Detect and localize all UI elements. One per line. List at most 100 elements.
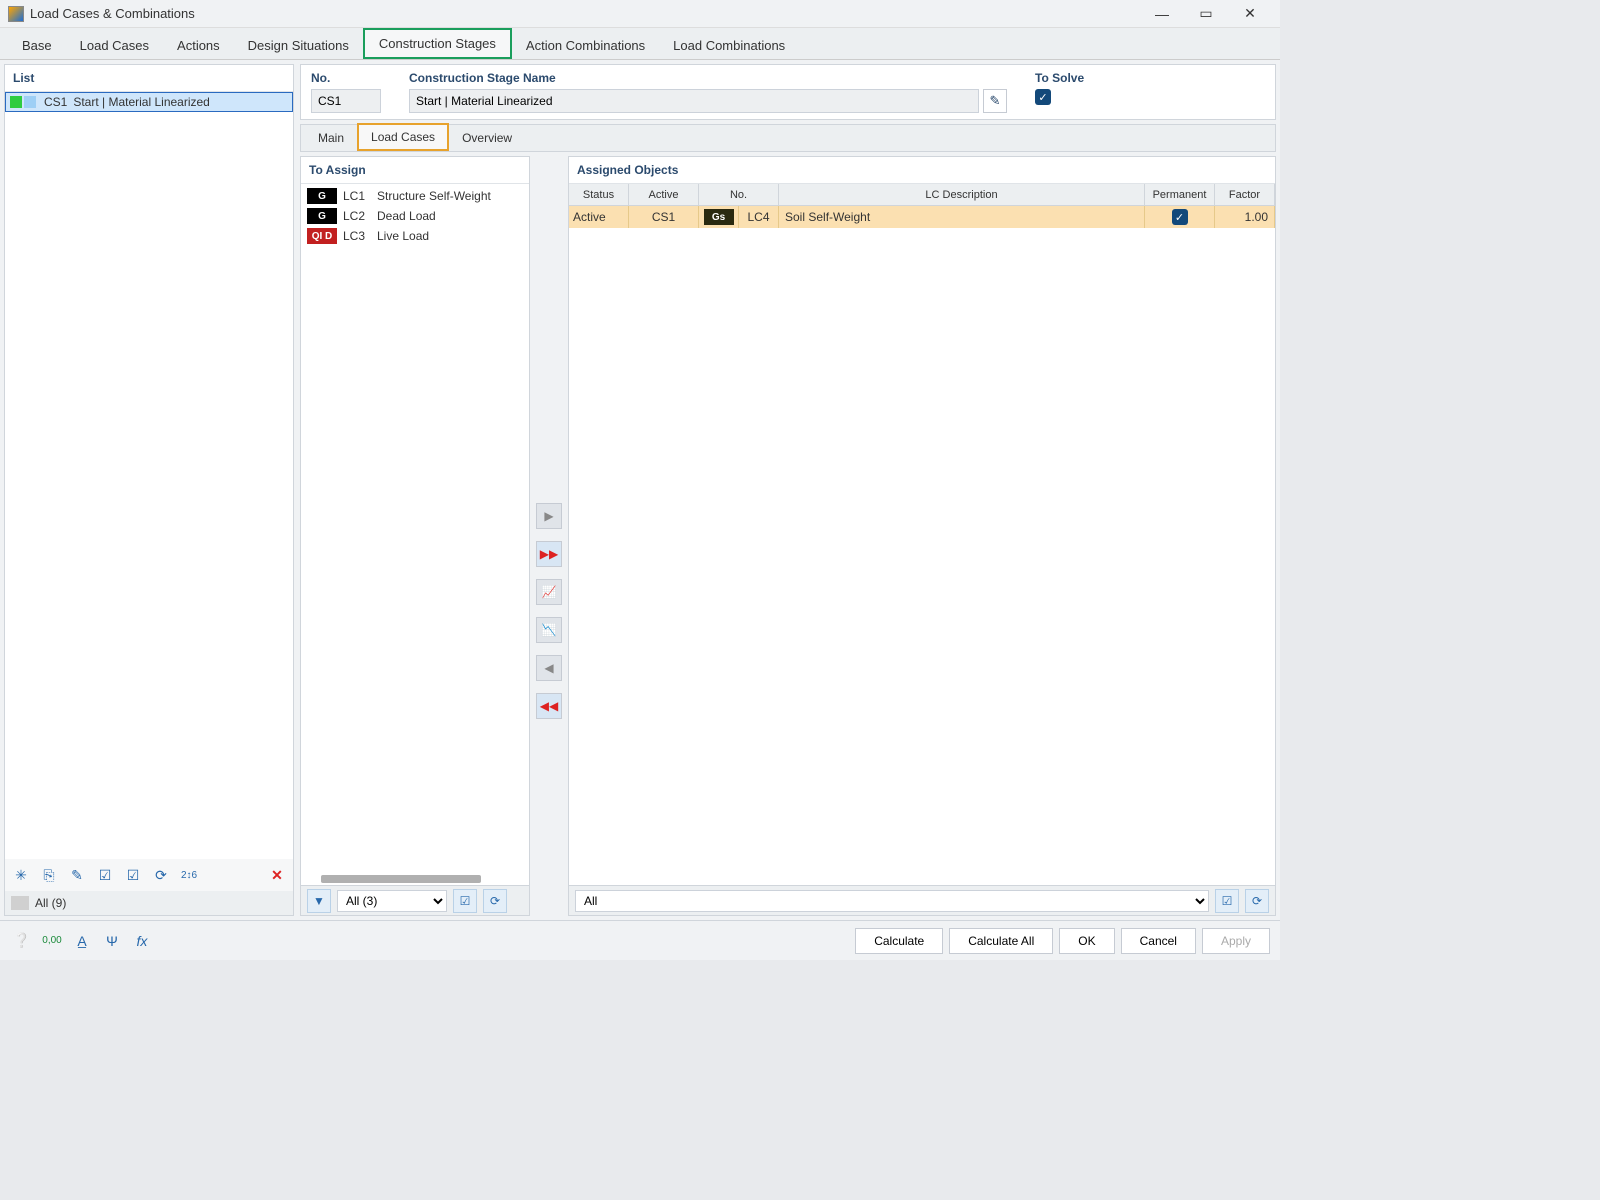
category-badge: G [307,188,337,204]
renum-icon[interactable]: 2↕6 [177,863,201,887]
assign-filter-bar: ▼ All (3) ☑ ⟳ [301,885,529,915]
header-fields: No. Construction Stage Name ✎ To Solve ✓ [300,64,1276,120]
tab-load-cases[interactable]: Load Cases [66,32,163,59]
subtab-main[interactable]: Main [305,125,357,151]
sync-icon[interactable]: ⟳ [1245,889,1269,913]
name-label: Construction Stage Name [409,71,1007,85]
copy-icon[interactable]: ⎘ [37,863,61,887]
filter-icon[interactable]: ▼ [307,889,331,913]
move-left-icon[interactable]: ◀ [536,655,562,681]
table-row[interactable]: Active CS1 Gs LC4 Soil Self-Weight ✓ 1.0… [569,206,1275,228]
assign-row[interactable]: QI D LC3 Live Load [303,226,527,246]
assigned-header: Assigned Objects [569,157,1275,184]
ok-button[interactable]: OK [1059,928,1114,954]
titlebar: Load Cases & Combinations — ▭ ✕ [0,0,1280,28]
window-title: Load Cases & Combinations [30,6,1140,21]
to-assign-panel: To Assign G LC1 Structure Self-Weight G … [300,156,530,916]
tab-base[interactable]: Base [8,32,66,59]
solve-label: To Solve [1035,71,1265,85]
no-label: No. [311,71,381,85]
tab-design-situations[interactable]: Design Situations [234,32,363,59]
maximize-button[interactable]: ▭ [1184,0,1228,28]
checkall-icon[interactable]: ☑ [453,889,477,913]
app-icon [8,6,24,22]
fx-icon[interactable]: fx [130,929,154,953]
move-all-right-icon[interactable]: ▶▶ [536,541,562,567]
assigned-table-head: Status Active No. LC Description Permane… [569,184,1275,206]
assign-row[interactable]: G LC2 Dead Load [303,206,527,226]
th-desc[interactable]: LC Description [779,184,1145,205]
lc-desc: Dead Load [377,209,436,223]
th-factor[interactable]: Factor [1215,184,1275,205]
list-row[interactable]: CS1 Start | Material Linearized [5,92,293,112]
subtabstrip: Main Load Cases Overview [300,124,1276,152]
help-icon[interactable]: ❔ [10,929,34,953]
solve-checkbox[interactable]: ✓ [1035,89,1051,105]
main-tabstrip: Base Load Cases Actions Design Situation… [0,28,1280,60]
list-toolbar: ✳ ⎘ ✎ ☑ ☑ ⟳ 2↕6 ✕ [5,859,293,891]
sync-icon[interactable]: ⟳ [149,863,173,887]
td-factor: 1.00 [1215,206,1275,228]
assign-row[interactable]: G LC1 Structure Self-Weight [303,186,527,206]
subtab-load-cases[interactable]: Load Cases [357,123,449,151]
sync-icon[interactable]: ⟳ [483,889,507,913]
checkall-icon[interactable]: ☑ [1215,889,1239,913]
th-no[interactable]: No. [699,184,779,205]
th-status[interactable]: Status [569,184,629,205]
cancel-button[interactable]: Cancel [1121,928,1196,954]
minimize-button[interactable]: — [1140,0,1184,28]
th-perm[interactable]: Permanent [1145,184,1215,205]
lc-code: LC3 [343,229,371,243]
category-badge: G [307,208,337,224]
subtab-overview[interactable]: Overview [449,125,525,151]
tab-actions[interactable]: Actions [163,32,234,59]
edit-name-icon[interactable]: ✎ [983,89,1007,113]
swatch-icon [10,96,22,108]
edit-icon[interactable]: ✎ [65,863,89,887]
assigned-filter-select[interactable]: All [575,890,1209,912]
text-icon[interactable]: A̲ [70,929,94,953]
delete-icon[interactable]: ✕ [265,863,289,887]
checkall-icon[interactable]: ☑ [93,863,117,887]
calculate-button[interactable]: Calculate [855,928,943,954]
checktoggle-icon[interactable]: ☑ [121,863,145,887]
to-assign-list[interactable]: G LC1 Structure Self-Weight G LC2 Dead L… [301,184,529,873]
list-filter[interactable]: All (9) [5,891,293,915]
category-badge: Gs [704,209,734,225]
funnel-icon[interactable]: Ψ [100,929,124,953]
category-badge: QI D [307,228,337,244]
no-input[interactable] [311,89,381,113]
scrollbar[interactable] [321,875,481,883]
lc-code: LC2 [343,209,371,223]
calculate-all-button[interactable]: Calculate All [949,928,1053,954]
list-body[interactable]: CS1 Start | Material Linearized [5,92,293,859]
swatch-icon [24,96,36,108]
tab-load-combinations[interactable]: Load Combinations [659,32,799,59]
to-assign-header: To Assign [301,157,529,184]
td-desc: Soil Self-Weight [779,206,1145,228]
transfer-buttons: ▶ ▶▶ 📈 📉 ◀ ◀◀ [534,156,564,916]
tab-action-combinations[interactable]: Action Combinations [512,32,659,59]
move-all-left-icon[interactable]: ◀◀ [536,693,562,719]
new-icon[interactable]: ✳ [9,863,33,887]
footer: ❔ 0,00 A̲ Ψ fx Calculate Calculate All O… [0,920,1280,960]
close-button[interactable]: ✕ [1228,0,1272,28]
apply-button[interactable]: Apply [1202,928,1270,954]
tab-construction-stages[interactable]: Construction Stages [363,28,512,59]
lc-code: LC1 [343,189,371,203]
perm-checkbox[interactable]: ✓ [1172,209,1188,225]
list-row-code: CS1 [44,95,67,109]
chart-add-icon[interactable]: 📈 [536,579,562,605]
filter-swatch-icon [11,896,29,910]
move-right-icon[interactable]: ▶ [536,503,562,529]
th-active[interactable]: Active [629,184,699,205]
td-active: CS1 [629,206,699,228]
list-row-name: Start | Material Linearized [73,95,210,109]
chart-remove-icon[interactable]: 📉 [536,617,562,643]
assigned-table-body[interactable]: Active CS1 Gs LC4 Soil Self-Weight ✓ 1.0… [569,206,1275,885]
list-header: List [5,65,293,92]
list-panel: List CS1 Start | Material Linearized ✳ ⎘… [4,64,294,916]
assign-filter-select[interactable]: All (3) [337,890,447,912]
units-icon[interactable]: 0,00 [40,929,64,953]
name-input[interactable] [409,89,979,113]
